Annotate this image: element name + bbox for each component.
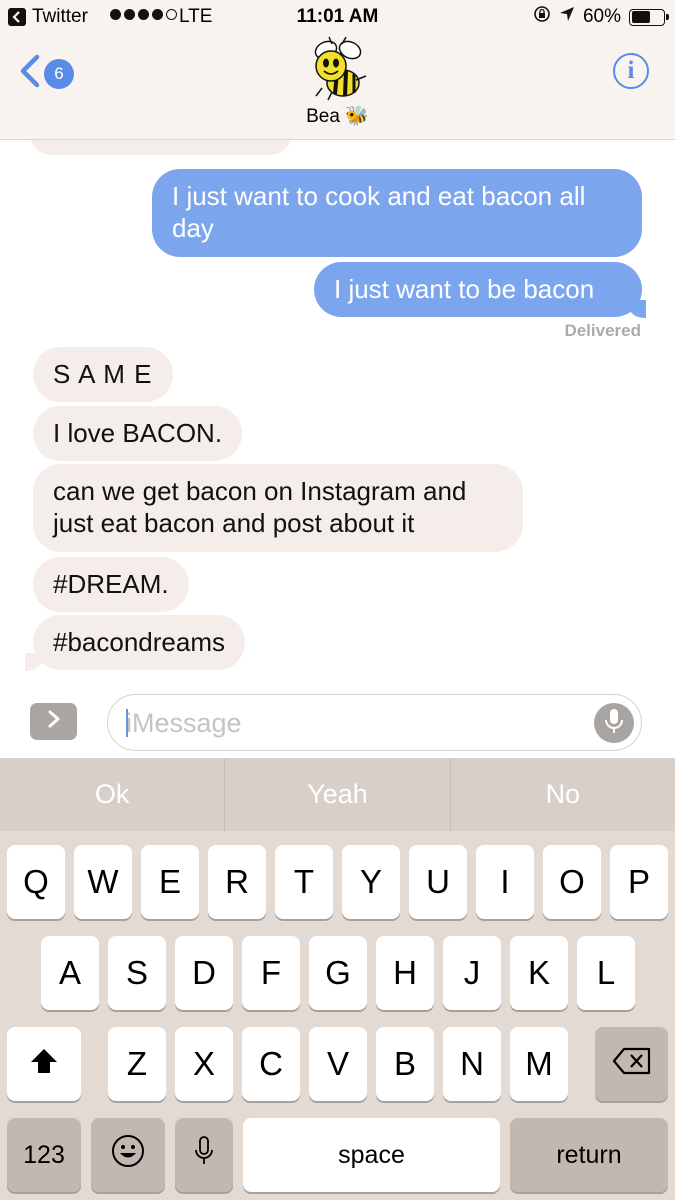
info-button[interactable]: i [613, 53, 649, 89]
space-key[interactable]: space [243, 1118, 500, 1192]
message-input[interactable] [126, 707, 576, 739]
text-caret [126, 709, 128, 737]
key-w[interactable]: W [74, 845, 132, 919]
message-text: #bacondreams [53, 627, 225, 657]
message-bubble[interactable]: can we get bacon on Instagram and just e… [33, 464, 523, 552]
key-c[interactable]: C [242, 1027, 300, 1101]
chevron-right-icon [47, 710, 61, 733]
key-g[interactable]: G [309, 936, 367, 1010]
key-o[interactable]: O [543, 845, 601, 919]
key-d[interactable]: D [175, 936, 233, 1010]
emoji-key[interactable] [91, 1118, 165, 1192]
key-h[interactable]: H [376, 936, 434, 1010]
message-bubble[interactable]: I love BACON. [33, 406, 243, 461]
key-n[interactable]: N [443, 1027, 501, 1101]
key-r[interactable]: R [208, 845, 266, 919]
dictation-key[interactable] [175, 1118, 233, 1192]
delivered-status: Delivered [564, 321, 641, 340]
key-i[interactable]: I [476, 845, 534, 919]
contact-avatar[interactable] [304, 36, 372, 104]
key-u[interactable]: U [409, 845, 467, 919]
message-text: S A M E [53, 359, 153, 389]
key-l[interactable]: L [577, 936, 635, 1010]
key-k[interactable]: K [510, 936, 568, 1010]
key-s[interactable]: S [108, 936, 166, 1010]
message-list[interactable]: I just want to cook and eat bacon all da… [0, 140, 675, 685]
microphone-icon [194, 1136, 214, 1174]
predictive-bar: Ok Yeah No [0, 758, 675, 831]
message-text: I just want to cook and eat bacon all da… [172, 181, 586, 243]
dictation-button[interactable] [594, 703, 634, 743]
apps-expand-button[interactable] [30, 703, 77, 740]
key-y[interactable]: Y [342, 845, 400, 919]
message-text: I just want to be bacon [334, 274, 595, 304]
composer-bar [0, 685, 675, 758]
key-p[interactable]: P [610, 845, 668, 919]
key-t[interactable]: T [275, 845, 333, 919]
key-e[interactable]: E [141, 845, 199, 919]
message-bubble[interactable]: #bacondreams [33, 615, 245, 670]
key-z[interactable]: Z [108, 1027, 166, 1101]
prediction-no[interactable]: No [449, 758, 675, 831]
location-arrow-icon [559, 6, 575, 28]
key-m[interactable]: M [510, 1027, 568, 1101]
prediction-ok[interactable]: Ok [0, 758, 224, 831]
microphone-icon [604, 708, 624, 739]
backspace-icon [612, 1045, 652, 1083]
conversation-header: 6 Bea 🐝 i [0, 34, 675, 140]
key-v[interactable]: V [309, 1027, 367, 1101]
emoji-icon [111, 1134, 145, 1176]
message-bubble[interactable]: I just want to cook and eat bacon all da… [152, 169, 642, 257]
status-right: 60% [533, 5, 669, 29]
contact-name[interactable]: Bea 🐝 [0, 104, 675, 128]
info-icon: i [627, 57, 635, 84]
message-bubble[interactable]: S A M E [33, 347, 173, 402]
unread-count-badge: 6 [44, 58, 74, 89]
message-bubble[interactable]: #DREAM. [33, 557, 189, 612]
rotation-lock-icon [533, 5, 551, 29]
backspace-key[interactable] [595, 1027, 668, 1101]
message-text: I love BACON. [53, 418, 223, 448]
back-button[interactable]: 6 [18, 54, 74, 93]
numbers-key[interactable]: 123 [7, 1118, 81, 1192]
battery-icon [629, 8, 669, 26]
keyboard: Ok Yeah No Q W E R T Y U I O P A S D F G… [0, 758, 675, 1200]
imessage-field[interactable] [107, 694, 642, 751]
message-text: #DREAM. [53, 569, 169, 599]
key-q[interactable]: Q [7, 845, 65, 919]
key-j[interactable]: J [443, 936, 501, 1010]
shift-key[interactable] [7, 1027, 81, 1101]
prediction-yeah[interactable]: Yeah [224, 758, 449, 831]
battery-percent: 60% [582, 6, 621, 27]
shift-icon [29, 1045, 59, 1083]
status-bar: Twitter LTE 11:01 AM 60% [0, 0, 675, 34]
key-b[interactable]: B [376, 1027, 434, 1101]
chevron-left-icon [18, 54, 40, 93]
bee-avatar-icon [314, 36, 367, 101]
partial-incoming-bubble [30, 140, 292, 155]
key-a[interactable]: A [41, 936, 99, 1010]
key-f[interactable]: F [242, 936, 300, 1010]
message-text: can we get bacon on Instagram and just e… [53, 476, 467, 538]
key-x[interactable]: X [175, 1027, 233, 1101]
message-bubble[interactable]: I just want to be bacon [314, 262, 642, 317]
return-key[interactable]: return [510, 1118, 668, 1192]
